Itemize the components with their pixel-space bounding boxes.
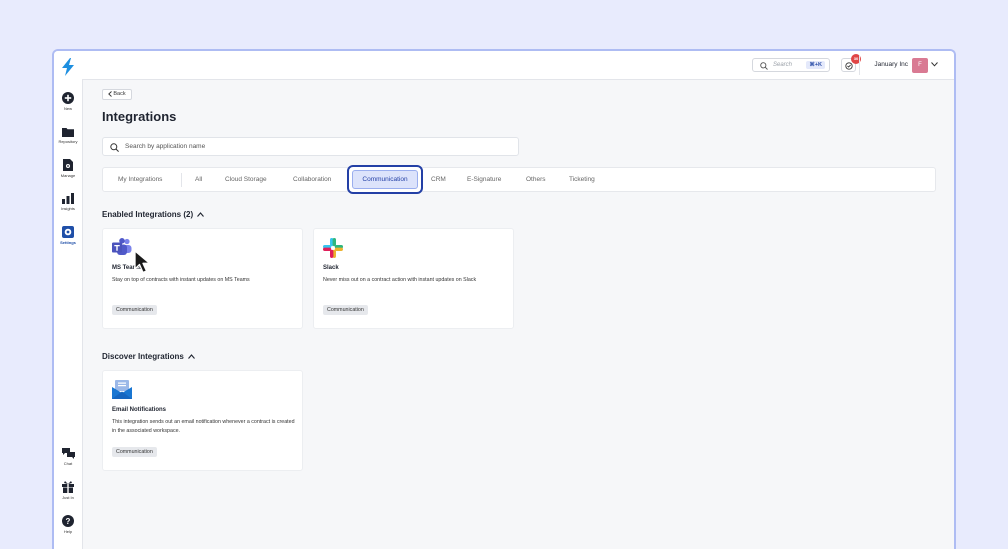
sidebar-item-manage[interactable]: Manage xyxy=(54,159,82,178)
integration-name: Slack xyxy=(323,265,339,271)
integration-description: Never miss out on a contract action with… xyxy=(323,277,477,283)
integration-name: Email Notifications xyxy=(112,407,167,413)
category-tag: Communication xyxy=(112,305,157,315)
integration-description: This integration sends out an email noti… xyxy=(112,419,295,434)
section-title: Discover Integrations xyxy=(102,352,184,361)
search-placeholder: Search by application name xyxy=(125,143,206,150)
integration-search-input[interactable]: Search by application name xyxy=(102,137,519,156)
tab-cloud-storage[interactable]: Cloud Storage xyxy=(225,176,267,183)
app-window: New Repository Manage Insights Settings … xyxy=(52,49,956,549)
mouse-cursor-icon xyxy=(134,250,151,274)
email-icon xyxy=(112,380,132,405)
tab-my-integrations[interactable]: My Integrations xyxy=(118,176,162,183)
integration-description: Stay on top of contracts with instant up… xyxy=(112,277,250,283)
sidebar-item-settings[interactable]: Settings xyxy=(54,226,82,245)
folder-icon xyxy=(62,128,74,137)
search-icon xyxy=(110,143,119,152)
svg-text:?: ? xyxy=(66,517,71,526)
integration-card-ms-teams[interactable]: MS Teams Stay on top of contracts with i… xyxy=(102,228,303,329)
back-button[interactable]: Back xyxy=(102,89,132,100)
bar-chart-icon xyxy=(62,193,74,204)
ms-teams-icon xyxy=(112,238,132,261)
sidebar-item-label: Settings xyxy=(60,240,76,245)
tab-crm[interactable]: CRM xyxy=(431,176,446,183)
sidebar-item-label: Repository xyxy=(58,139,78,144)
top-bar: Search ⌘+K 30 January Inc F xyxy=(82,51,954,80)
chat-icon xyxy=(61,448,75,459)
sidebar-item-chat[interactable]: Chat xyxy=(54,448,82,466)
category-tabs: My Integrations All Cloud Storage Collab… xyxy=(102,165,936,194)
notification-button[interactable]: 30 xyxy=(841,54,861,72)
chevron-up-icon xyxy=(197,212,205,218)
tab-communication-label: Communication xyxy=(352,170,418,189)
category-tag: Communication xyxy=(112,447,157,457)
help-icon: ? xyxy=(62,515,74,527)
tab-communication[interactable]: Communication xyxy=(347,165,423,194)
notification-icon xyxy=(845,62,853,70)
sidebar-item-insights[interactable]: Insights xyxy=(54,193,82,211)
search-shortcut: ⌘+K xyxy=(806,61,825,69)
chevron-down-icon[interactable] xyxy=(931,62,938,67)
tab-divider xyxy=(181,173,182,187)
enabled-integrations-heading[interactable]: Enabled Integrations (2) xyxy=(102,210,205,219)
sidebar: New Repository Manage Insights Settings … xyxy=(54,51,83,549)
sidebar-item-just-in[interactable]: Just In xyxy=(54,481,82,500)
discover-integrations-heading[interactable]: Discover Integrations xyxy=(102,352,195,361)
tab-collaboration[interactable]: Collaboration xyxy=(293,176,331,183)
search-icon xyxy=(760,62,768,70)
sidebar-item-help[interactable]: ? Help xyxy=(54,515,82,534)
avatar[interactable]: F xyxy=(912,58,928,73)
app-logo-icon[interactable] xyxy=(60,58,76,76)
gift-icon xyxy=(62,481,74,493)
org-name[interactable]: January Inc xyxy=(874,61,908,68)
category-tag: Communication xyxy=(323,305,368,315)
chevron-up-icon xyxy=(187,354,195,360)
integration-card-slack[interactable]: Slack Never miss out on a contract actio… xyxy=(313,228,514,329)
sidebar-item-label: Manage xyxy=(60,173,76,178)
global-search-input[interactable]: Search ⌘+K xyxy=(752,58,830,72)
sidebar-item-label: Insights xyxy=(61,206,75,211)
tab-e-signature[interactable]: E-Signature xyxy=(467,176,501,183)
topbar-divider xyxy=(859,55,860,75)
tab-all[interactable]: All xyxy=(195,176,202,183)
search-placeholder: Search xyxy=(773,62,793,68)
integration-card-email-notifications[interactable]: Email Notifications This integration sen… xyxy=(102,370,303,471)
page-title: Integrations xyxy=(102,109,177,124)
gear-icon xyxy=(62,226,74,238)
tab-ticketing[interactable]: Ticketing xyxy=(569,176,595,183)
sidebar-item-label: Help xyxy=(63,529,73,534)
document-gear-icon xyxy=(62,159,73,171)
tab-others[interactable]: Others xyxy=(526,176,546,183)
sidebar-item-label: Just In xyxy=(62,495,74,500)
sidebar-item-new[interactable]: New xyxy=(54,92,82,111)
plus-circle-icon xyxy=(62,92,74,104)
back-label: Back xyxy=(113,91,126,97)
slack-icon xyxy=(323,238,343,263)
chevron-left-icon xyxy=(108,90,113,97)
section-title: Enabled Integrations (2) xyxy=(102,210,194,219)
sidebar-item-label: Chat xyxy=(63,461,73,466)
sidebar-item-repository[interactable]: Repository xyxy=(54,127,82,144)
sidebar-item-label: New xyxy=(63,106,72,111)
